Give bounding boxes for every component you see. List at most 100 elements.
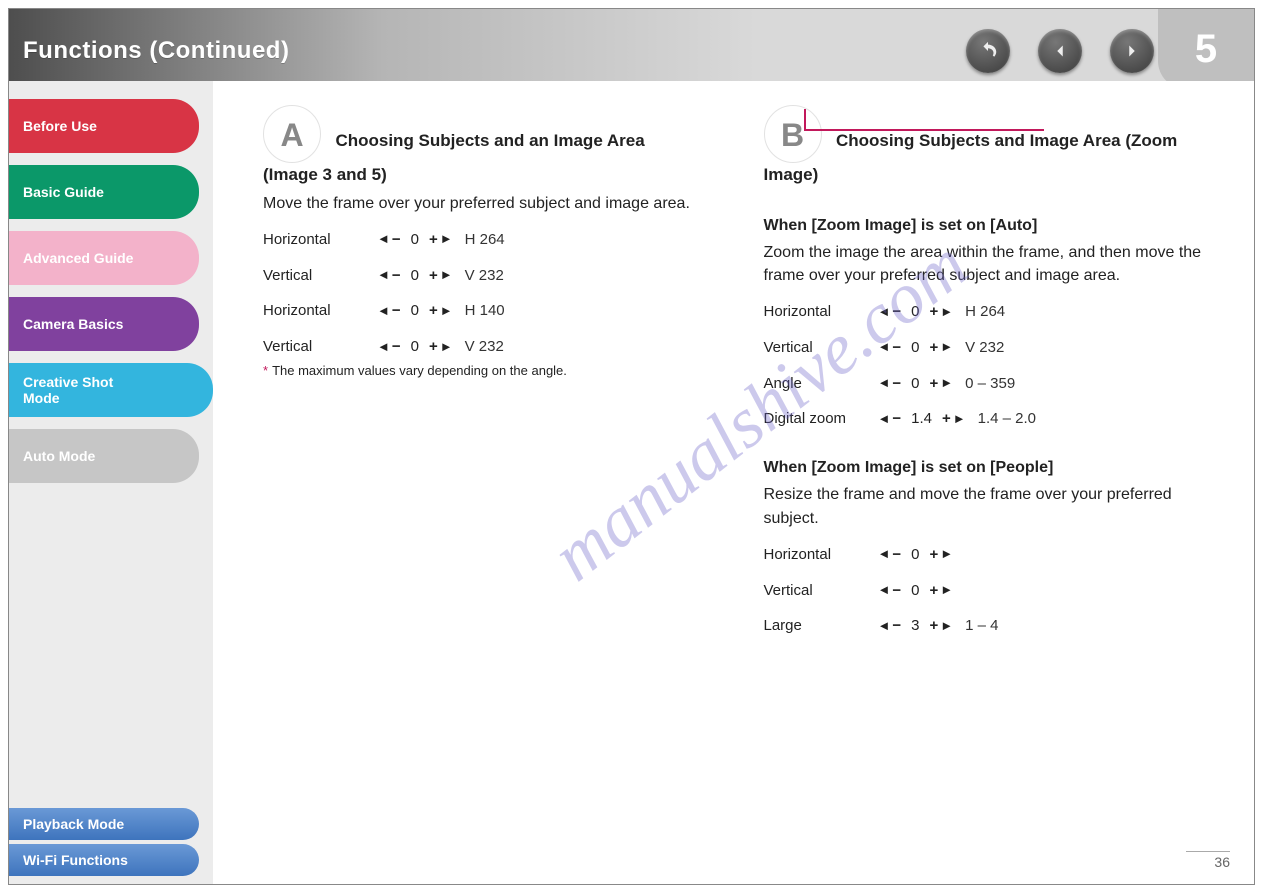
decrement-control[interactable]: ◄− [878,580,902,602]
setting-value: 0 [911,337,919,359]
decrement-control[interactable]: ◄− [878,373,902,395]
increment-control[interactable]: +► [929,337,953,359]
section-b-heading-people: When [Zoom Image] is set on [People] [764,456,1205,479]
setting-value: 0 [911,301,919,323]
decrement-control[interactable]: ◄− [878,337,902,359]
undo-button[interactable] [966,29,1010,73]
page-tab: 5 [1158,9,1254,89]
section-b-body-people: Resize the frame and move the frame over… [764,483,1205,529]
setting-label: Vertical [263,265,373,287]
bottom-tabs: Playback Mode Wi-Fi Functions [9,804,209,876]
setting-unit: H 264 [965,301,1005,323]
decrement-control[interactable]: ◄− [878,408,902,430]
sidebar-item-label: Basic Guide [23,184,104,200]
setting-label: Vertical [764,337,874,359]
decrement-control[interactable]: ◄− [377,265,401,287]
setting-row: Digital zoom ◄− 1.4 +► 1.4 – 2.0 [764,408,1205,430]
section-b-body-auto: Zoom the image the area within the frame… [764,241,1205,287]
decrement-control[interactable]: ◄− [878,301,902,323]
setting-row: Vertical ◄− 0 +► [764,580,1205,602]
decrement-control[interactable]: ◄− [878,615,902,637]
decrement-control[interactable]: ◄− [377,229,401,251]
section-b-title: Choosing Subjects and Image Area (Zoom I… [764,131,1178,184]
increment-control[interactable]: +► [429,229,453,251]
topbar: Functions (Continued) 5 [9,9,1254,81]
setting-label: Digital zoom [764,408,874,430]
setting-row: Vertical ◄− 0 +► V 232 [263,336,704,358]
setting-row: Horizontal ◄− 0 +► H 140 [263,300,704,322]
sidebar-item-wifi-functions[interactable]: Wi-Fi Functions [9,844,199,876]
setting-unit: H 140 [465,300,505,322]
setting-value: 0 [411,300,419,322]
column-b: B Choosing Subjects and Image Area (Zoom… [764,105,1205,637]
sidebar-item-creative-shot[interactable]: Creative Shot Mode [9,363,213,417]
increment-control[interactable]: +► [429,265,453,287]
sidebar-item-label: Playback Mode [23,816,124,832]
increment-control[interactable]: +► [429,300,453,322]
prev-button[interactable] [1038,29,1082,73]
setting-unit: V 232 [965,337,1004,359]
sidebar-item-playback-mode[interactable]: Playback Mode [9,808,199,840]
section-a-body: Move the frame over your preferred subje… [263,192,704,215]
page-number: 36 [1186,851,1230,870]
increment-control[interactable]: +► [929,544,953,566]
setting-label: Horizontal [263,300,373,322]
setting-label: Horizontal [764,301,874,323]
setting-unit: 0 – 359 [965,373,1015,395]
setting-row: Vertical ◄− 0 +► V 232 [263,265,704,287]
setting-label: Horizontal [263,229,373,251]
increment-control[interactable]: +► [929,301,953,323]
increment-control[interactable]: +► [429,336,453,358]
chevron-right-icon [1121,40,1143,62]
decrement-control[interactable]: ◄− [377,336,401,358]
chevron-left-icon [1049,40,1071,62]
setting-value: 0 [911,373,919,395]
section-a-note: *The maximum values vary depending on th… [263,362,704,381]
column-a: A Choosing Subjects and an Image Area (I… [263,105,704,637]
setting-label: Vertical [263,336,373,358]
increment-control[interactable]: +► [929,615,953,637]
setting-row: Horizontal ◄− 0 +► H 264 [263,229,704,251]
star-icon: * [263,363,268,378]
setting-unit: H 264 [465,229,505,251]
increment-control[interactable]: +► [942,408,966,430]
setting-value: 0 [411,229,419,251]
section-b-heading-auto: When [Zoom Image] is set on [Auto] [764,214,1205,237]
decrement-control[interactable]: ◄− [377,300,401,322]
setting-value: 3 [911,615,919,637]
next-button[interactable] [1110,29,1154,73]
setting-value: 1.4 [911,408,932,430]
content: A Choosing Subjects and an Image Area (I… [213,81,1254,884]
sidebar-item-label: Before Use [23,118,97,134]
increment-control[interactable]: +► [929,373,953,395]
setting-row: Vertical ◄− 0 +► V 232 [764,337,1205,359]
left-column-bg: Before Use Basic Guide Advanced Guide Ca… [9,81,213,884]
sidebar-item-label: Creative Shot Mode [23,374,113,406]
undo-icon [977,40,999,62]
setting-label: Angle [764,373,874,395]
section-letter-a: A [263,105,321,163]
setting-label: Large [764,615,874,637]
sidebar-item-camera-basics[interactable]: Camera Basics [9,297,199,351]
setting-label: Horizontal [764,544,874,566]
setting-row: Angle ◄− 0 +► 0 – 359 [764,373,1205,395]
rule-mark [804,109,1044,131]
setting-row: Horizontal ◄− 0 +► H 264 [764,301,1205,323]
sidebar: Before Use Basic Guide Advanced Guide Ca… [9,99,209,495]
setting-unit: 1.4 – 2.0 [978,408,1036,430]
sidebar-item-label: Auto Mode [23,448,95,464]
setting-value: 0 [911,544,919,566]
sidebar-item-label: Advanced Guide [23,250,133,266]
sidebar-item-advanced-guide[interactable]: Advanced Guide [9,231,199,285]
setting-label: Vertical [764,580,874,602]
sidebar-item-basic-guide[interactable]: Basic Guide [9,165,199,219]
setting-value: 0 [411,265,419,287]
sidebar-item-before-use[interactable]: Before Use [9,99,199,153]
decrement-control[interactable]: ◄− [878,544,902,566]
setting-unit: V 232 [465,265,504,287]
page-title: Functions (Continued) [23,37,289,65]
sidebar-item-auto-mode[interactable]: Auto Mode [9,429,199,483]
setting-value: 0 [411,336,419,358]
increment-control[interactable]: +► [929,580,953,602]
sidebar-item-label: Wi-Fi Functions [23,852,128,868]
